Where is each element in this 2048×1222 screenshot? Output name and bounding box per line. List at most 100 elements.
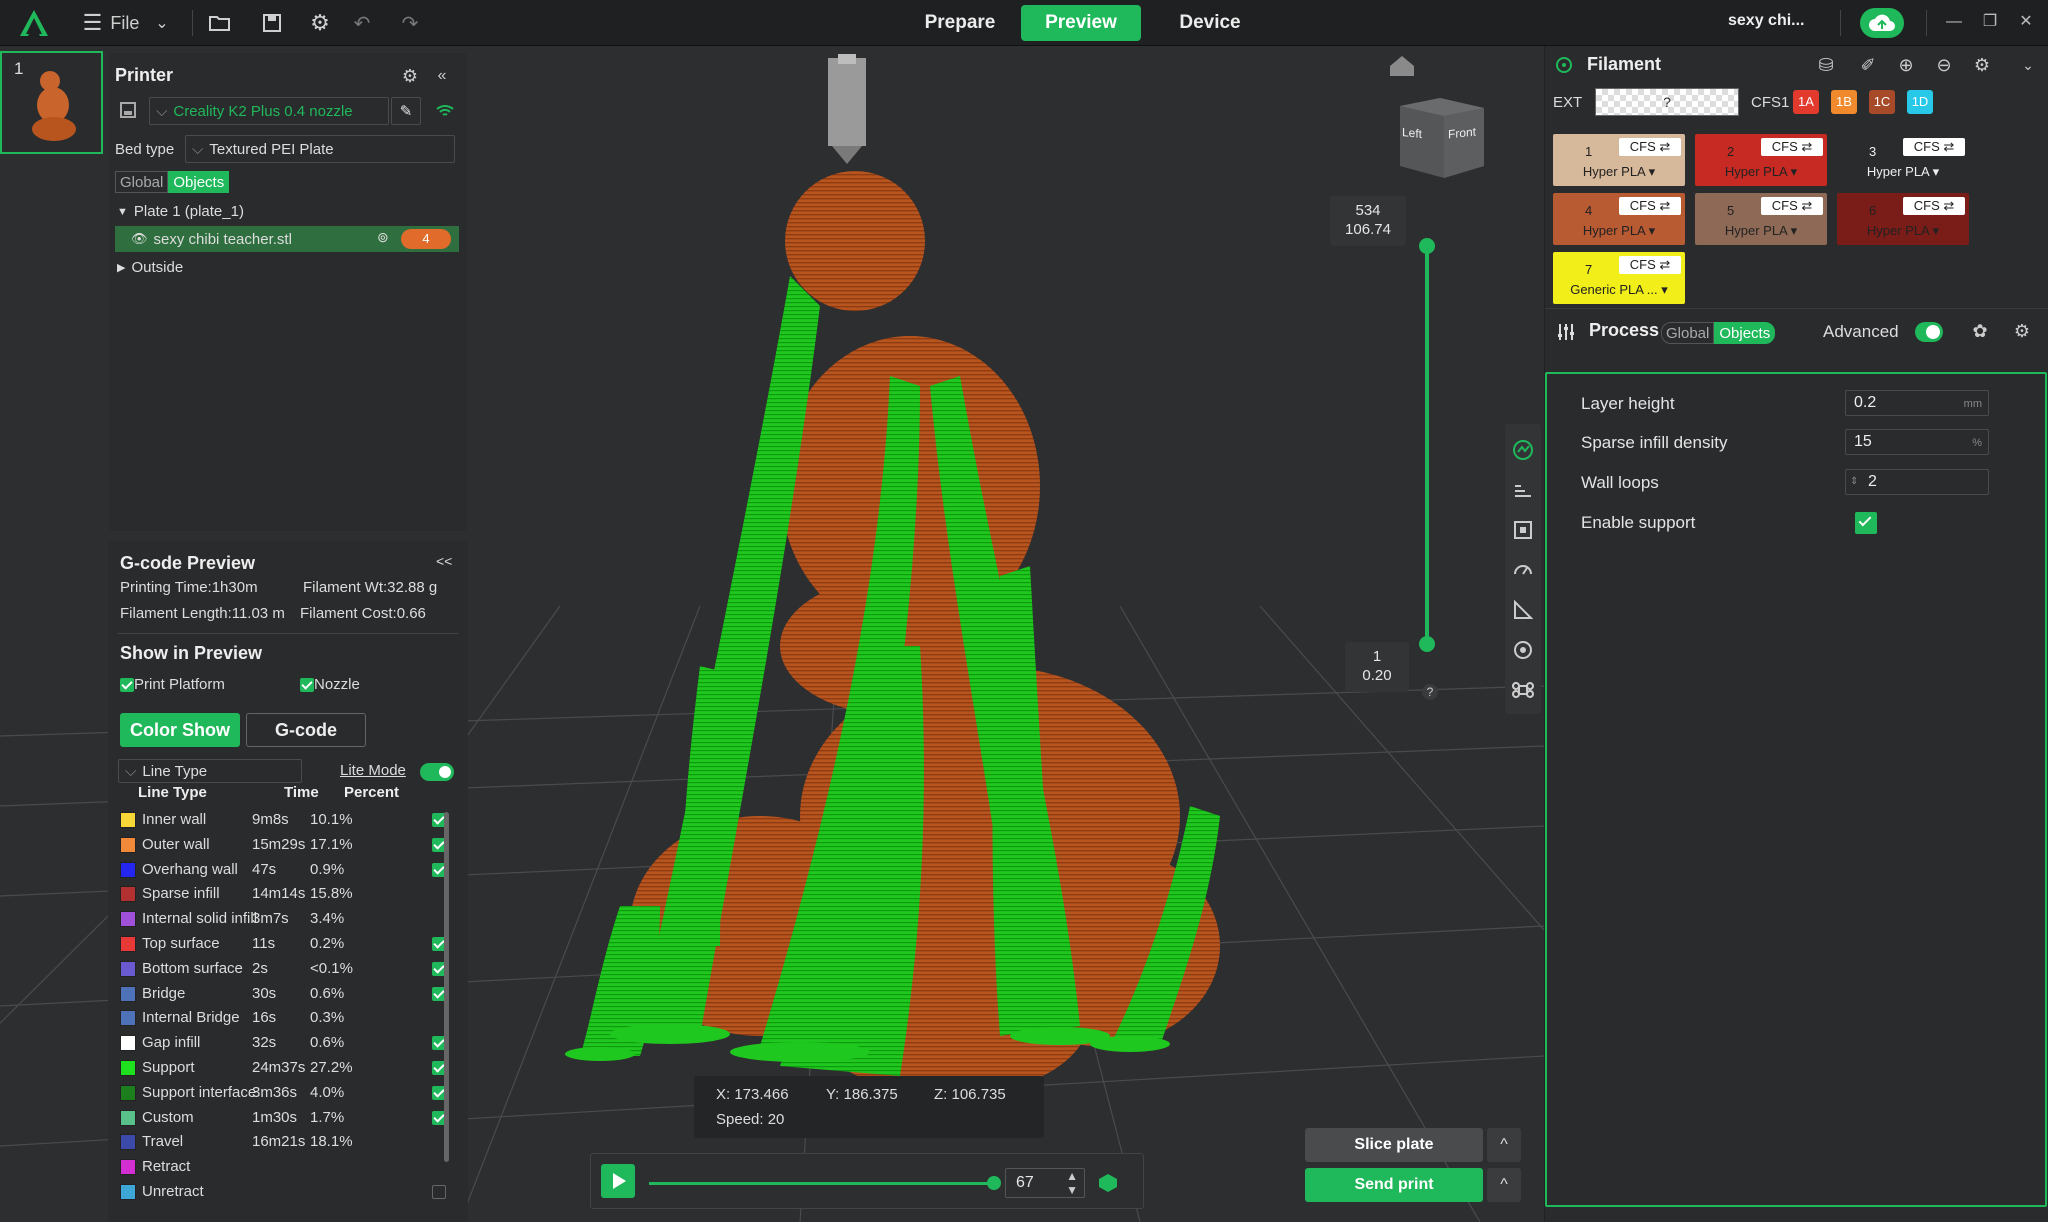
send-options-caret[interactable]: ^ [1487,1168,1521,1202]
process-settings-icon[interactable]: ⚙ [2011,320,2033,342]
printer-settings-gear-icon[interactable]: ⚙ [399,65,421,87]
lite-mode-toggle[interactable] [420,763,454,781]
frame-icon[interactable] [1511,518,1535,542]
visibility-eye-icon[interactable]: 👁 [131,231,148,247]
filament-slot-6[interactable]: 6 CFS ⇄ Hyper PLA ▾ [1837,193,1969,245]
minimize-icon[interactable]: — [1944,12,1964,32]
nozzle-option[interactable]: Nozzle [300,676,360,693]
layer-cube-icon[interactable] [1097,1172,1119,1194]
print-platform-checkbox[interactable] [120,678,134,693]
slot-cfs-button[interactable]: CFS ⇄ [1761,197,1823,215]
target-icon[interactable] [1511,638,1535,662]
frame-stepper[interactable]: 67 ▲ ▼ [1005,1168,1085,1198]
process-global-tab[interactable]: Global [1661,322,1715,344]
open-folder-icon[interactable] [206,8,234,38]
slot-cfs-button[interactable]: CFS ⇄ [1903,138,1965,156]
process-objects-tab[interactable]: Objects [1714,322,1776,344]
expand-triangle-icon[interactable]: ▼ [117,206,128,218]
infill-density-field[interactable]: 15% [1845,429,1989,455]
cloud-upload-button[interactable] [1860,8,1904,38]
tab-preview[interactable]: Preview [1021,5,1141,41]
slot-cfs-button[interactable]: CFS ⇄ [1619,138,1681,156]
tab-device[interactable]: Device [1160,5,1260,41]
ext-filament-slot[interactable]: ? [1595,88,1739,116]
settings-gear-icon[interactable]: ⚙ [306,8,334,38]
filament-slot-4[interactable]: 4 CFS ⇄ Hyper PLA ▾ [1553,193,1685,245]
slot-material-select[interactable]: Hyper PLA ▾ [1553,223,1685,239]
layer-height-field[interactable]: 0.2 mm [1845,390,1989,416]
compare-presets-icon[interactable]: ✿ [1969,320,1991,342]
slot-material-select[interactable]: Hyper PLA ▾ [1837,164,1969,180]
undo-icon[interactable]: ↶ [348,8,376,38]
stepper-arrows-icon[interactable]: ▲ ▼ [1066,1169,1078,1197]
add-circle-icon[interactable]: ⊕ [1895,54,1917,76]
sync-filament-icon[interactable]: ⛁ [1815,54,1837,76]
slot-cfs-button[interactable]: CFS ⇄ [1619,256,1681,274]
slot-cfs-button[interactable]: CFS ⇄ [1619,197,1681,215]
filament-slot-2[interactable]: 2 CFS ⇄ Hyper PLA ▾ [1695,134,1827,186]
scope-global-tab[interactable]: Global [115,171,169,193]
bed-type-select[interactable]: ⌵ Textured PEI Plate [185,135,455,163]
filament-slot-7[interactable]: 7 CFS ⇄ Generic PLA ... ▾ [1553,252,1685,304]
filament-slot-5[interactable]: 5 CFS ⇄ Hyper PLA ▾ [1695,193,1827,245]
support-paint-icon[interactable]: ⊚ [377,229,389,246]
outside-tree-row[interactable]: ▶ Outside [117,259,183,276]
filament-slot-3[interactable]: 3 CFS ⇄ Hyper PLA ▾ [1837,134,1969,186]
play-button[interactable] [601,1164,635,1198]
view-type-select[interactable]: ⌵ Line Type [118,759,302,783]
filament-slot-1[interactable]: 1 CFS ⇄ Hyper PLA ▾ [1553,134,1685,186]
printer-select[interactable]: ⌵ Creality K2 Plus 0.4 nozzle [149,97,389,125]
wall-loops-stepper[interactable]: ⇕ 2 [1845,469,1989,495]
shortcut-command-icon[interactable] [1511,678,1535,702]
measure-icon[interactable] [1511,598,1535,622]
playback-track[interactable] [649,1182,995,1185]
slot-material-select[interactable]: Hyper PLA ▾ [1553,164,1685,180]
wifi-icon[interactable] [435,103,455,119]
scope-objects-tab[interactable]: Objects [168,171,230,193]
collapse-panel-icon[interactable]: « [431,65,453,87]
layers-icon[interactable] [1511,478,1535,502]
legend-scrollbar[interactable] [444,812,449,1162]
cfs-tag-1a[interactable]: 1A [1793,90,1819,114]
object-filament-badge[interactable]: 4 [401,229,451,249]
file-menu[interactable]: ☰ File [78,8,144,38]
color-show-button[interactable]: Color Show [120,713,240,747]
collapse-gcode-button[interactable]: << [436,553,452,569]
playback-handle[interactable] [987,1176,1001,1190]
edit-printer-button[interactable]: ✎ [391,97,421,125]
enable-support-checkbox[interactable] [1855,512,1877,534]
save-icon[interactable] [258,8,286,38]
restore-icon[interactable]: ❐ [1980,12,2000,32]
slot-cfs-button[interactable]: CFS ⇄ [1761,138,1823,156]
expand-chevron-icon[interactable]: ⌄ [2017,54,2039,76]
color-scheme-icon[interactable] [1511,438,1535,462]
brush-icon[interactable]: ✐ [1857,54,1879,76]
send-print-button[interactable]: Send print [1305,1168,1483,1202]
slot-material-select[interactable]: Hyper PLA ▾ [1695,223,1827,239]
advanced-toggle[interactable] [1915,322,1943,342]
slice-options-caret[interactable]: ^ [1487,1128,1521,1162]
slot-material-select[interactable]: Hyper PLA ▾ [1837,223,1969,239]
object-tree-row[interactable]: 👁 sexy chibi teacher.stl ⊚ 4 [115,226,459,252]
chevron-down-icon[interactable]: ⌄ [150,8,174,38]
cfs-tag-1b[interactable]: 1B [1831,90,1857,114]
tab-prepare[interactable]: Prepare [910,5,1010,41]
print-platform-option[interactable]: Print Platform [120,676,225,693]
slot-material-select[interactable]: Hyper PLA ▾ [1695,164,1827,180]
filament-settings-gear-icon[interactable]: ⚙ [1971,54,1993,76]
plate-thumbnail[interactable]: 1 [0,51,103,154]
slot-cfs-button[interactable]: CFS ⇄ [1903,197,1965,215]
nozzle-checkbox[interactable] [300,678,314,693]
plate-tree-row[interactable]: ▼ Plate 1 (plate_1) [117,203,244,220]
help-icon[interactable]: ? [1422,684,1438,700]
collapse-triangle-icon[interactable]: ▶ [117,261,125,274]
stepper-icon[interactable]: ⇕ [1850,470,1858,494]
slice-plate-button[interactable]: Slice plate [1305,1128,1483,1162]
gcode-view-button[interactable]: G-code [246,713,366,747]
speed-gauge-icon[interactable] [1511,558,1535,582]
slot-material-select[interactable]: Generic PLA ... ▾ [1553,282,1685,298]
remove-circle-icon[interactable]: ⊖ [1933,54,1955,76]
cfs-tag-1c[interactable]: 1C [1869,90,1895,114]
redo-icon[interactable]: ↷ [396,8,424,38]
legend-row-checkbox[interactable] [432,1185,446,1199]
